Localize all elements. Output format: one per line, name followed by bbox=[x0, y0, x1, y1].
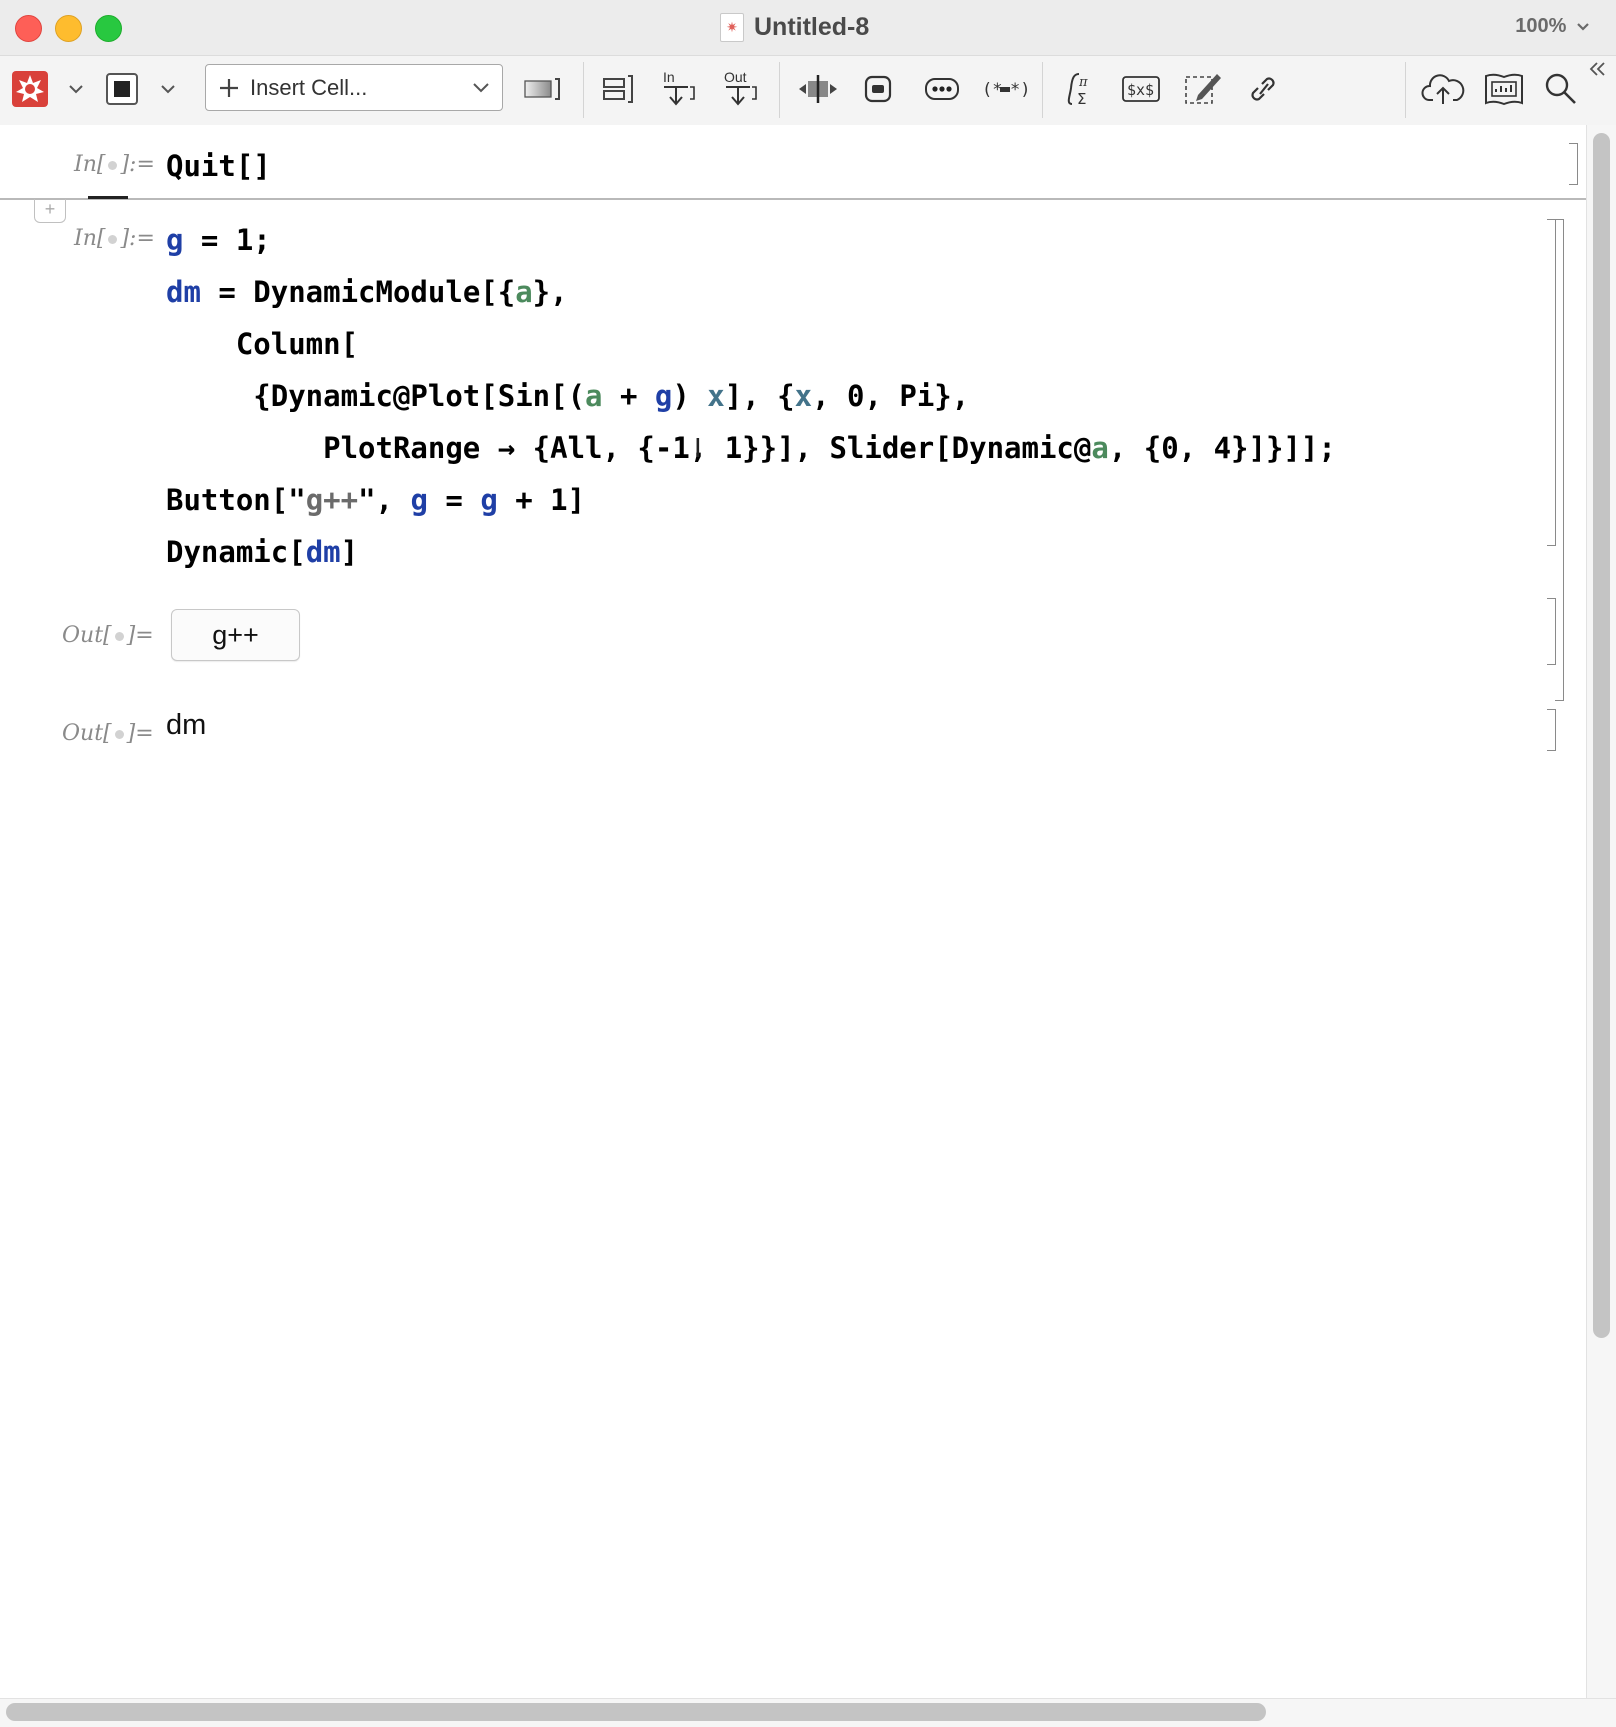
zoom-level: 100% bbox=[1515, 15, 1567, 37]
presenter-icon bbox=[1485, 73, 1523, 106]
evaluation-dropdown[interactable] bbox=[154, 66, 182, 112]
insert-cell-dropdown[interactable]: Insert Cell... bbox=[205, 64, 503, 111]
plus-icon bbox=[220, 78, 238, 97]
evaluation-dot bbox=[114, 631, 124, 641]
group-cells-button[interactable] bbox=[598, 66, 638, 112]
tex-icon: $x$ bbox=[1122, 76, 1160, 102]
ellipsis-icon bbox=[925, 78, 959, 100]
toggle-cell-button[interactable] bbox=[796, 66, 840, 112]
integral-sigma-icon: πΣ bbox=[1067, 73, 1088, 108]
cell-bracket[interactable] bbox=[1547, 598, 1556, 665]
cell-style-frame-button[interactable] bbox=[521, 66, 563, 112]
cloud-upload-icon bbox=[1421, 74, 1465, 104]
horizontal-scrollbar-thumb[interactable] bbox=[6, 1703, 1266, 1721]
code-line: dm = DynamicModule[{a}, bbox=[166, 275, 568, 309]
code-line: {Dynamic@Plot[Sin[(a + g) x], {x, 0, Pi}… bbox=[166, 379, 970, 413]
evaluation-dot bbox=[114, 729, 124, 739]
split-cell-icon bbox=[799, 75, 837, 103]
wolfram-menu-button[interactable] bbox=[10, 66, 50, 112]
chevron-down-icon bbox=[161, 85, 175, 94]
code-line: Button["g++", g = g + 1] bbox=[166, 483, 586, 517]
code-line: PlotRange → {All, {-1, 1}}], Slider[Dyna… bbox=[166, 431, 1336, 465]
input-label: In[]:= bbox=[74, 226, 155, 251]
code-line: Column[ bbox=[166, 327, 359, 361]
wolfram-menu-dropdown[interactable] bbox=[62, 66, 90, 112]
g-increment-button[interactable]: g++ bbox=[171, 609, 300, 661]
svg-text:In: In bbox=[663, 69, 675, 85]
wolfram-spikey-icon bbox=[12, 71, 48, 107]
quit-cell-code[interactable]: Quit[] bbox=[166, 141, 271, 191]
insert-input-below-button[interactable]: In bbox=[658, 66, 700, 112]
code-line: Dynamic[dm] bbox=[166, 535, 359, 569]
cell-close-icon bbox=[864, 75, 892, 103]
more-options-button[interactable] bbox=[922, 66, 962, 112]
svg-text:$x$: $x$ bbox=[1127, 81, 1154, 99]
toolbar-separator bbox=[779, 62, 780, 118]
toolbar-separator bbox=[1042, 62, 1043, 118]
output-label: Out[]= bbox=[62, 623, 154, 648]
comment-button[interactable]: (* *) bbox=[980, 66, 1030, 112]
hyperlink-button[interactable] bbox=[1244, 66, 1282, 112]
comment-icon: (* *) bbox=[982, 80, 1029, 100]
tex-input-button[interactable]: $x$ bbox=[1120, 66, 1162, 112]
notebook-toolbar: Insert Cell... In Out (* *) πΣ $x$ bbox=[0, 55, 1616, 126]
output-below-icon: Out bbox=[724, 69, 757, 106]
drawing-tools-button[interactable] bbox=[1182, 66, 1224, 112]
collapse-toolbar-button[interactable] bbox=[1586, 56, 1608, 82]
title-bar: ✷ Untitled-8 100% bbox=[0, 0, 1616, 55]
chevron-down-icon bbox=[473, 83, 489, 93]
search-icon bbox=[1545, 73, 1576, 104]
cell-insertion-line bbox=[0, 198, 1586, 200]
window-title: Untitled-8 bbox=[754, 12, 870, 41]
evaluation-dot bbox=[108, 160, 118, 170]
svg-text:π: π bbox=[1078, 75, 1088, 90]
hyperlink-icon bbox=[1251, 77, 1275, 101]
cell-bracket[interactable] bbox=[1547, 219, 1556, 546]
toolbar-separator bbox=[583, 62, 584, 118]
svg-text:(*: (* bbox=[982, 80, 1002, 100]
dynamic-output-value: dm bbox=[166, 709, 207, 741]
zoom-window-button[interactable] bbox=[95, 15, 122, 42]
math-typeset-button[interactable]: πΣ bbox=[1060, 66, 1100, 112]
frame-style-icon bbox=[524, 78, 560, 100]
insert-output-below-button[interactable]: Out bbox=[720, 66, 762, 112]
svg-text:Out: Out bbox=[724, 69, 747, 85]
window-title-group: ✷ Untitled-8 bbox=[720, 12, 869, 42]
text-cursor-line bbox=[88, 196, 128, 199]
cell-bracket[interactable] bbox=[1569, 143, 1578, 185]
notebook-content[interactable]: In[]:= Quit[] + In[]:= g = 1; dm = Dynam… bbox=[0, 125, 1586, 1698]
cloud-publish-button[interactable] bbox=[1420, 66, 1466, 112]
chevron-down-icon bbox=[1577, 22, 1589, 31]
presenter-tools-button[interactable] bbox=[1482, 66, 1526, 112]
cell-bracket[interactable] bbox=[1547, 709, 1556, 751]
double-chevron-left-icon bbox=[1589, 62, 1605, 76]
close-window-button[interactable] bbox=[15, 15, 42, 42]
cell-group-bracket[interactable] bbox=[1555, 219, 1564, 701]
svg-text:Σ: Σ bbox=[1077, 90, 1086, 108]
input-below-icon: In bbox=[663, 69, 695, 106]
input-label: In[]:= bbox=[74, 152, 155, 177]
output-label: Out[]= bbox=[62, 721, 154, 746]
cell-group-icon bbox=[603, 75, 633, 103]
main-input-code[interactable]: g = 1; dm = DynamicModule[{a}, Column[ {… bbox=[166, 214, 1336, 578]
drawing-icon bbox=[1185, 74, 1221, 104]
stop-icon bbox=[106, 73, 138, 105]
search-button[interactable] bbox=[1542, 66, 1580, 112]
notebook-document-icon: ✷ bbox=[720, 12, 744, 42]
cell-insert-plus-button[interactable]: + bbox=[34, 199, 66, 223]
insert-cell-label: Insert Cell... bbox=[250, 74, 368, 100]
chevron-down-icon bbox=[69, 85, 83, 94]
close-cell-button[interactable] bbox=[860, 66, 896, 112]
evaluation-dot bbox=[108, 234, 118, 244]
code-line: g = 1; bbox=[166, 223, 271, 257]
minimize-window-button[interactable] bbox=[55, 15, 82, 42]
vertical-scrollbar-thumb[interactable] bbox=[1593, 133, 1610, 1338]
text-ibeam-cursor-icon: I bbox=[694, 434, 702, 464]
toolbar-separator bbox=[1405, 62, 1406, 118]
abort-evaluation-button[interactable] bbox=[103, 66, 141, 112]
zoom-menu[interactable]: 100% bbox=[1515, 15, 1590, 38]
svg-text:*): *) bbox=[1010, 80, 1029, 100]
